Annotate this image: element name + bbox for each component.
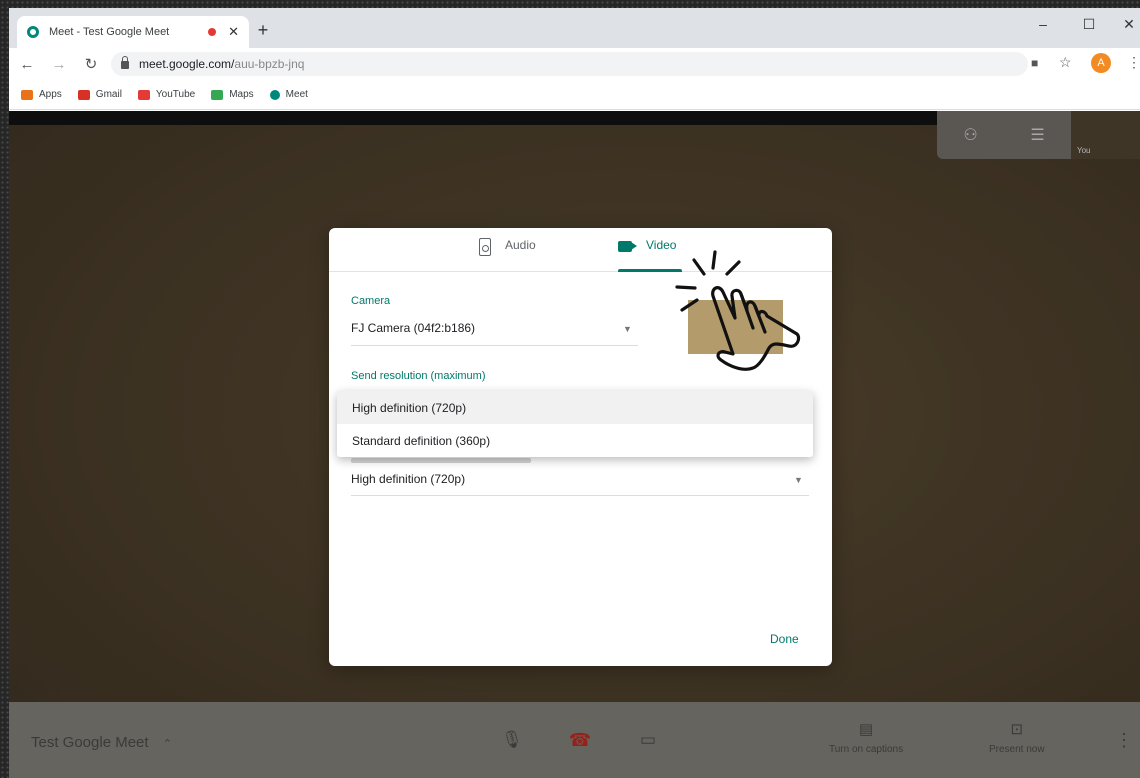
tab-audio-label: Audio bbox=[505, 238, 536, 252]
maximize-button[interactable]: ☐ bbox=[1079, 16, 1099, 33]
bookmarks-bar: Apps Gmail YouTube Maps Meet bbox=[9, 80, 1140, 110]
bookmark-label: Meet bbox=[285, 89, 308, 100]
lock-icon bbox=[121, 56, 129, 69]
bookmark-meet[interactable]: Meet bbox=[269, 89, 308, 100]
bookmark-label: YouTube bbox=[155, 89, 196, 100]
send-resolution-label: Send resolution (maximum) bbox=[351, 370, 486, 382]
bookmark-label: Apps bbox=[39, 89, 62, 100]
meet-favicon-icon bbox=[27, 26, 39, 38]
tab-close-icon[interactable]: ✕ bbox=[228, 24, 239, 40]
receive-resolution-label bbox=[351, 458, 531, 463]
done-button[interactable]: Done bbox=[766, 628, 803, 650]
tab-title: Meet - Test Google Meet bbox=[49, 26, 170, 38]
receive-resolution-select[interactable]: High definition (720p) bbox=[351, 472, 465, 486]
bookmark-star-icon[interactable]: ☆ bbox=[1059, 54, 1072, 71]
bookmark-label: Maps bbox=[229, 89, 254, 100]
dropdown-option-720p[interactable]: High definition (720p) bbox=[337, 391, 813, 424]
maps-icon bbox=[211, 89, 224, 100]
youtube-icon bbox=[137, 89, 150, 100]
chevron-down-icon[interactable]: ▼ bbox=[794, 475, 803, 485]
url-path: auu-bpzb-jnq bbox=[234, 57, 305, 71]
video-camera-icon bbox=[618, 241, 637, 252]
minimize-button[interactable]: – bbox=[1033, 16, 1053, 32]
gmail-icon bbox=[77, 89, 90, 100]
address-bar[interactable]: meet.google.com/ auu-bpzb-jnq bbox=[111, 52, 1028, 76]
profile-avatar[interactable]: A bbox=[1091, 53, 1111, 73]
receive-select-underline bbox=[351, 495, 809, 496]
dropdown-option-360p[interactable]: Standard definition (360p) bbox=[337, 424, 813, 457]
browser-window: Meet - Test Google Meet ✕ + – ☐ ✕ ← → ↻ … bbox=[9, 8, 1140, 778]
camera-label: Camera bbox=[351, 295, 391, 307]
tab-audio[interactable]: Audio bbox=[479, 238, 536, 272]
bookmark-youtube[interactable]: YouTube bbox=[137, 89, 196, 100]
window-close-button[interactable]: ✕ bbox=[1119, 16, 1139, 33]
pointing-hand-icon bbox=[675, 250, 801, 371]
bookmark-apps[interactable]: Apps bbox=[21, 89, 62, 100]
browser-tab[interactable]: Meet - Test Google Meet ✕ bbox=[17, 16, 249, 48]
camera-indicator-icon[interactable]: ■ bbox=[1031, 56, 1038, 70]
speaker-icon bbox=[479, 238, 491, 256]
reload-icon[interactable]: ↻ bbox=[77, 55, 105, 73]
bookmark-maps[interactable]: Maps bbox=[211, 89, 254, 100]
bookmark-gmail[interactable]: Gmail bbox=[77, 89, 122, 100]
browser-toolbar: ← → ↻ meet.google.com/ auu-bpzb-jnq ■ ☆ … bbox=[9, 48, 1140, 80]
back-icon[interactable]: ← bbox=[13, 56, 41, 73]
url-host: meet.google.com/ bbox=[139, 57, 235, 71]
tab-strip: Meet - Test Google Meet ✕ + – ☐ ✕ bbox=[9, 8, 1140, 48]
bookmark-label: Gmail bbox=[95, 89, 122, 100]
recording-indicator-icon bbox=[208, 28, 217, 36]
meet-icon bbox=[269, 89, 280, 100]
camera-select[interactable]: FJ Camera (04f2:b186) bbox=[351, 321, 475, 335]
apps-grid-icon bbox=[21, 89, 33, 100]
camera-select-underline bbox=[351, 345, 638, 346]
send-resolution-dropdown: High definition (720p) Standard definiti… bbox=[337, 391, 813, 457]
browser-menu-icon[interactable]: ⋮ bbox=[1127, 54, 1140, 71]
chevron-down-icon[interactable]: ▼ bbox=[623, 324, 632, 334]
forward-icon[interactable]: → bbox=[45, 56, 73, 73]
new-tab-button[interactable]: + bbox=[253, 20, 273, 41]
tab-video[interactable]: Video bbox=[618, 238, 676, 272]
